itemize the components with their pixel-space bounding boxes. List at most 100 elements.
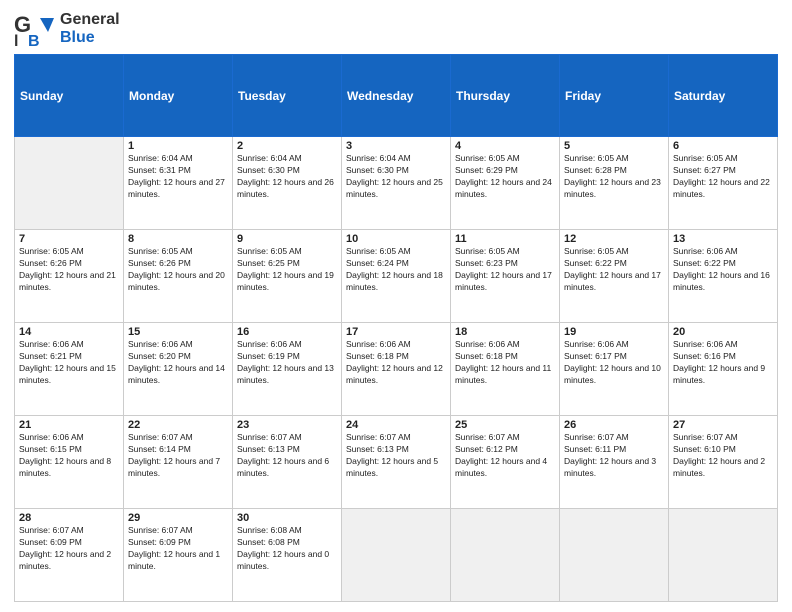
table-row: 9 Sunrise: 6:05 AM Sunset: 6:25 PM Dayli… bbox=[233, 230, 342, 323]
daylight-text: Daylight: 12 hours and 9 minutes. bbox=[673, 363, 773, 387]
daylight-text: Daylight: 12 hours and 13 minutes. bbox=[237, 363, 337, 387]
table-row: 7 Sunrise: 6:05 AM Sunset: 6:26 PM Dayli… bbox=[15, 230, 124, 323]
daylight-text: Daylight: 12 hours and 17 minutes. bbox=[564, 270, 664, 294]
sunset-text: Sunset: 6:18 PM bbox=[455, 351, 555, 363]
sunrise-text: Sunrise: 6:07 AM bbox=[346, 432, 446, 444]
page: G B l General Blue bbox=[0, 0, 792, 612]
table-row: 19 Sunrise: 6:06 AM Sunset: 6:17 PM Dayl… bbox=[560, 323, 669, 416]
day-number: 11 bbox=[455, 233, 555, 245]
sunset-text: Sunset: 6:18 PM bbox=[346, 351, 446, 363]
sunrise-text: Sunrise: 6:05 AM bbox=[346, 246, 446, 258]
sunrise-text: Sunrise: 6:05 AM bbox=[455, 246, 555, 258]
day-number: 30 bbox=[237, 512, 337, 524]
table-row: 4 Sunrise: 6:05 AM Sunset: 6:29 PM Dayli… bbox=[451, 137, 560, 230]
sunrise-text: Sunrise: 6:07 AM bbox=[673, 432, 773, 444]
table-row: 8 Sunrise: 6:05 AM Sunset: 6:26 PM Dayli… bbox=[124, 230, 233, 323]
daylight-text: Daylight: 12 hours and 2 minutes. bbox=[673, 456, 773, 480]
sunset-text: Sunset: 6:31 PM bbox=[128, 165, 228, 177]
col-sunday: Sunday bbox=[15, 55, 124, 137]
svg-text:l: l bbox=[14, 33, 18, 48]
col-wednesday: Wednesday bbox=[342, 55, 451, 137]
day-number: 14 bbox=[19, 326, 119, 338]
sunset-text: Sunset: 6:29 PM bbox=[455, 165, 555, 177]
sunrise-text: Sunrise: 6:07 AM bbox=[564, 432, 664, 444]
day-number: 28 bbox=[19, 512, 119, 524]
table-row: 26 Sunrise: 6:07 AM Sunset: 6:11 PM Dayl… bbox=[560, 416, 669, 509]
day-number: 26 bbox=[564, 419, 664, 431]
sunset-text: Sunset: 6:27 PM bbox=[673, 165, 773, 177]
daylight-text: Daylight: 12 hours and 12 minutes. bbox=[346, 363, 446, 387]
sunset-text: Sunset: 6:30 PM bbox=[237, 165, 337, 177]
sunrise-text: Sunrise: 6:07 AM bbox=[128, 525, 228, 537]
table-row: 10 Sunrise: 6:05 AM Sunset: 6:24 PM Dayl… bbox=[342, 230, 451, 323]
calendar: Sunday Monday Tuesday Wednesday Thursday… bbox=[14, 54, 778, 602]
sunset-text: Sunset: 6:09 PM bbox=[128, 537, 228, 549]
daylight-text: Daylight: 12 hours and 11 minutes. bbox=[455, 363, 555, 387]
day-number: 8 bbox=[128, 233, 228, 245]
daylight-text: Daylight: 12 hours and 26 minutes. bbox=[237, 177, 337, 201]
sunrise-text: Sunrise: 6:04 AM bbox=[346, 153, 446, 165]
sunrise-text: Sunrise: 6:05 AM bbox=[564, 246, 664, 258]
calendar-week-5: 28 Sunrise: 6:07 AM Sunset: 6:09 PM Dayl… bbox=[15, 509, 778, 602]
day-number: 24 bbox=[346, 419, 446, 431]
day-number: 3 bbox=[346, 140, 446, 152]
daylight-text: Daylight: 12 hours and 8 minutes. bbox=[19, 456, 119, 480]
col-thursday: Thursday bbox=[451, 55, 560, 137]
sunset-text: Sunset: 6:28 PM bbox=[564, 165, 664, 177]
sunrise-text: Sunrise: 6:07 AM bbox=[455, 432, 555, 444]
daylight-text: Daylight: 12 hours and 6 minutes. bbox=[237, 456, 337, 480]
table-row: 29 Sunrise: 6:07 AM Sunset: 6:09 PM Dayl… bbox=[124, 509, 233, 602]
logo: G B l General Blue bbox=[14, 10, 120, 48]
sunset-text: Sunset: 6:09 PM bbox=[19, 537, 119, 549]
sunset-text: Sunset: 6:30 PM bbox=[346, 165, 446, 177]
sunset-text: Sunset: 6:10 PM bbox=[673, 444, 773, 456]
sunrise-text: Sunrise: 6:06 AM bbox=[673, 339, 773, 351]
sunset-text: Sunset: 6:14 PM bbox=[128, 444, 228, 456]
day-number: 17 bbox=[346, 326, 446, 338]
sunrise-text: Sunrise: 6:05 AM bbox=[564, 153, 664, 165]
sunset-text: Sunset: 6:15 PM bbox=[19, 444, 119, 456]
table-row: 25 Sunrise: 6:07 AM Sunset: 6:12 PM Dayl… bbox=[451, 416, 560, 509]
sunset-text: Sunset: 6:21 PM bbox=[19, 351, 119, 363]
day-number: 23 bbox=[237, 419, 337, 431]
col-friday: Friday bbox=[560, 55, 669, 137]
table-row: 3 Sunrise: 6:04 AM Sunset: 6:30 PM Dayli… bbox=[342, 137, 451, 230]
table-row bbox=[342, 509, 451, 602]
sunrise-text: Sunrise: 6:05 AM bbox=[19, 246, 119, 258]
sunrise-text: Sunrise: 6:05 AM bbox=[128, 246, 228, 258]
sunset-text: Sunset: 6:26 PM bbox=[128, 258, 228, 270]
col-monday: Monday bbox=[124, 55, 233, 137]
table-row: 30 Sunrise: 6:08 AM Sunset: 6:08 PM Dayl… bbox=[233, 509, 342, 602]
day-number: 22 bbox=[128, 419, 228, 431]
day-number: 4 bbox=[455, 140, 555, 152]
table-row: 13 Sunrise: 6:06 AM Sunset: 6:22 PM Dayl… bbox=[669, 230, 778, 323]
daylight-text: Daylight: 12 hours and 22 minutes. bbox=[673, 177, 773, 201]
table-row: 27 Sunrise: 6:07 AM Sunset: 6:10 PM Dayl… bbox=[669, 416, 778, 509]
sunset-text: Sunset: 6:11 PM bbox=[564, 444, 664, 456]
daylight-text: Daylight: 12 hours and 21 minutes. bbox=[19, 270, 119, 294]
table-row: 17 Sunrise: 6:06 AM Sunset: 6:18 PM Dayl… bbox=[342, 323, 451, 416]
sunrise-text: Sunrise: 6:06 AM bbox=[455, 339, 555, 351]
calendar-week-1: 1 Sunrise: 6:04 AM Sunset: 6:31 PM Dayli… bbox=[15, 137, 778, 230]
sunset-text: Sunset: 6:08 PM bbox=[237, 537, 337, 549]
sunset-text: Sunset: 6:13 PM bbox=[237, 444, 337, 456]
sunset-text: Sunset: 6:26 PM bbox=[19, 258, 119, 270]
day-number: 27 bbox=[673, 419, 773, 431]
daylight-text: Daylight: 12 hours and 3 minutes. bbox=[564, 456, 664, 480]
table-row: 23 Sunrise: 6:07 AM Sunset: 6:13 PM Dayl… bbox=[233, 416, 342, 509]
day-number: 25 bbox=[455, 419, 555, 431]
daylight-text: Daylight: 12 hours and 10 minutes. bbox=[564, 363, 664, 387]
table-row bbox=[15, 137, 124, 230]
sunset-text: Sunset: 6:13 PM bbox=[346, 444, 446, 456]
daylight-text: Daylight: 12 hours and 0 minutes. bbox=[237, 549, 337, 573]
sunrise-text: Sunrise: 6:05 AM bbox=[237, 246, 337, 258]
daylight-text: Daylight: 12 hours and 7 minutes. bbox=[128, 456, 228, 480]
day-number: 15 bbox=[128, 326, 228, 338]
table-row: 24 Sunrise: 6:07 AM Sunset: 6:13 PM Dayl… bbox=[342, 416, 451, 509]
sunrise-text: Sunrise: 6:07 AM bbox=[237, 432, 337, 444]
daylight-text: Daylight: 12 hours and 15 minutes. bbox=[19, 363, 119, 387]
table-row: 18 Sunrise: 6:06 AM Sunset: 6:18 PM Dayl… bbox=[451, 323, 560, 416]
sunrise-text: Sunrise: 6:06 AM bbox=[673, 246, 773, 258]
table-row: 5 Sunrise: 6:05 AM Sunset: 6:28 PM Dayli… bbox=[560, 137, 669, 230]
table-row: 11 Sunrise: 6:05 AM Sunset: 6:23 PM Dayl… bbox=[451, 230, 560, 323]
